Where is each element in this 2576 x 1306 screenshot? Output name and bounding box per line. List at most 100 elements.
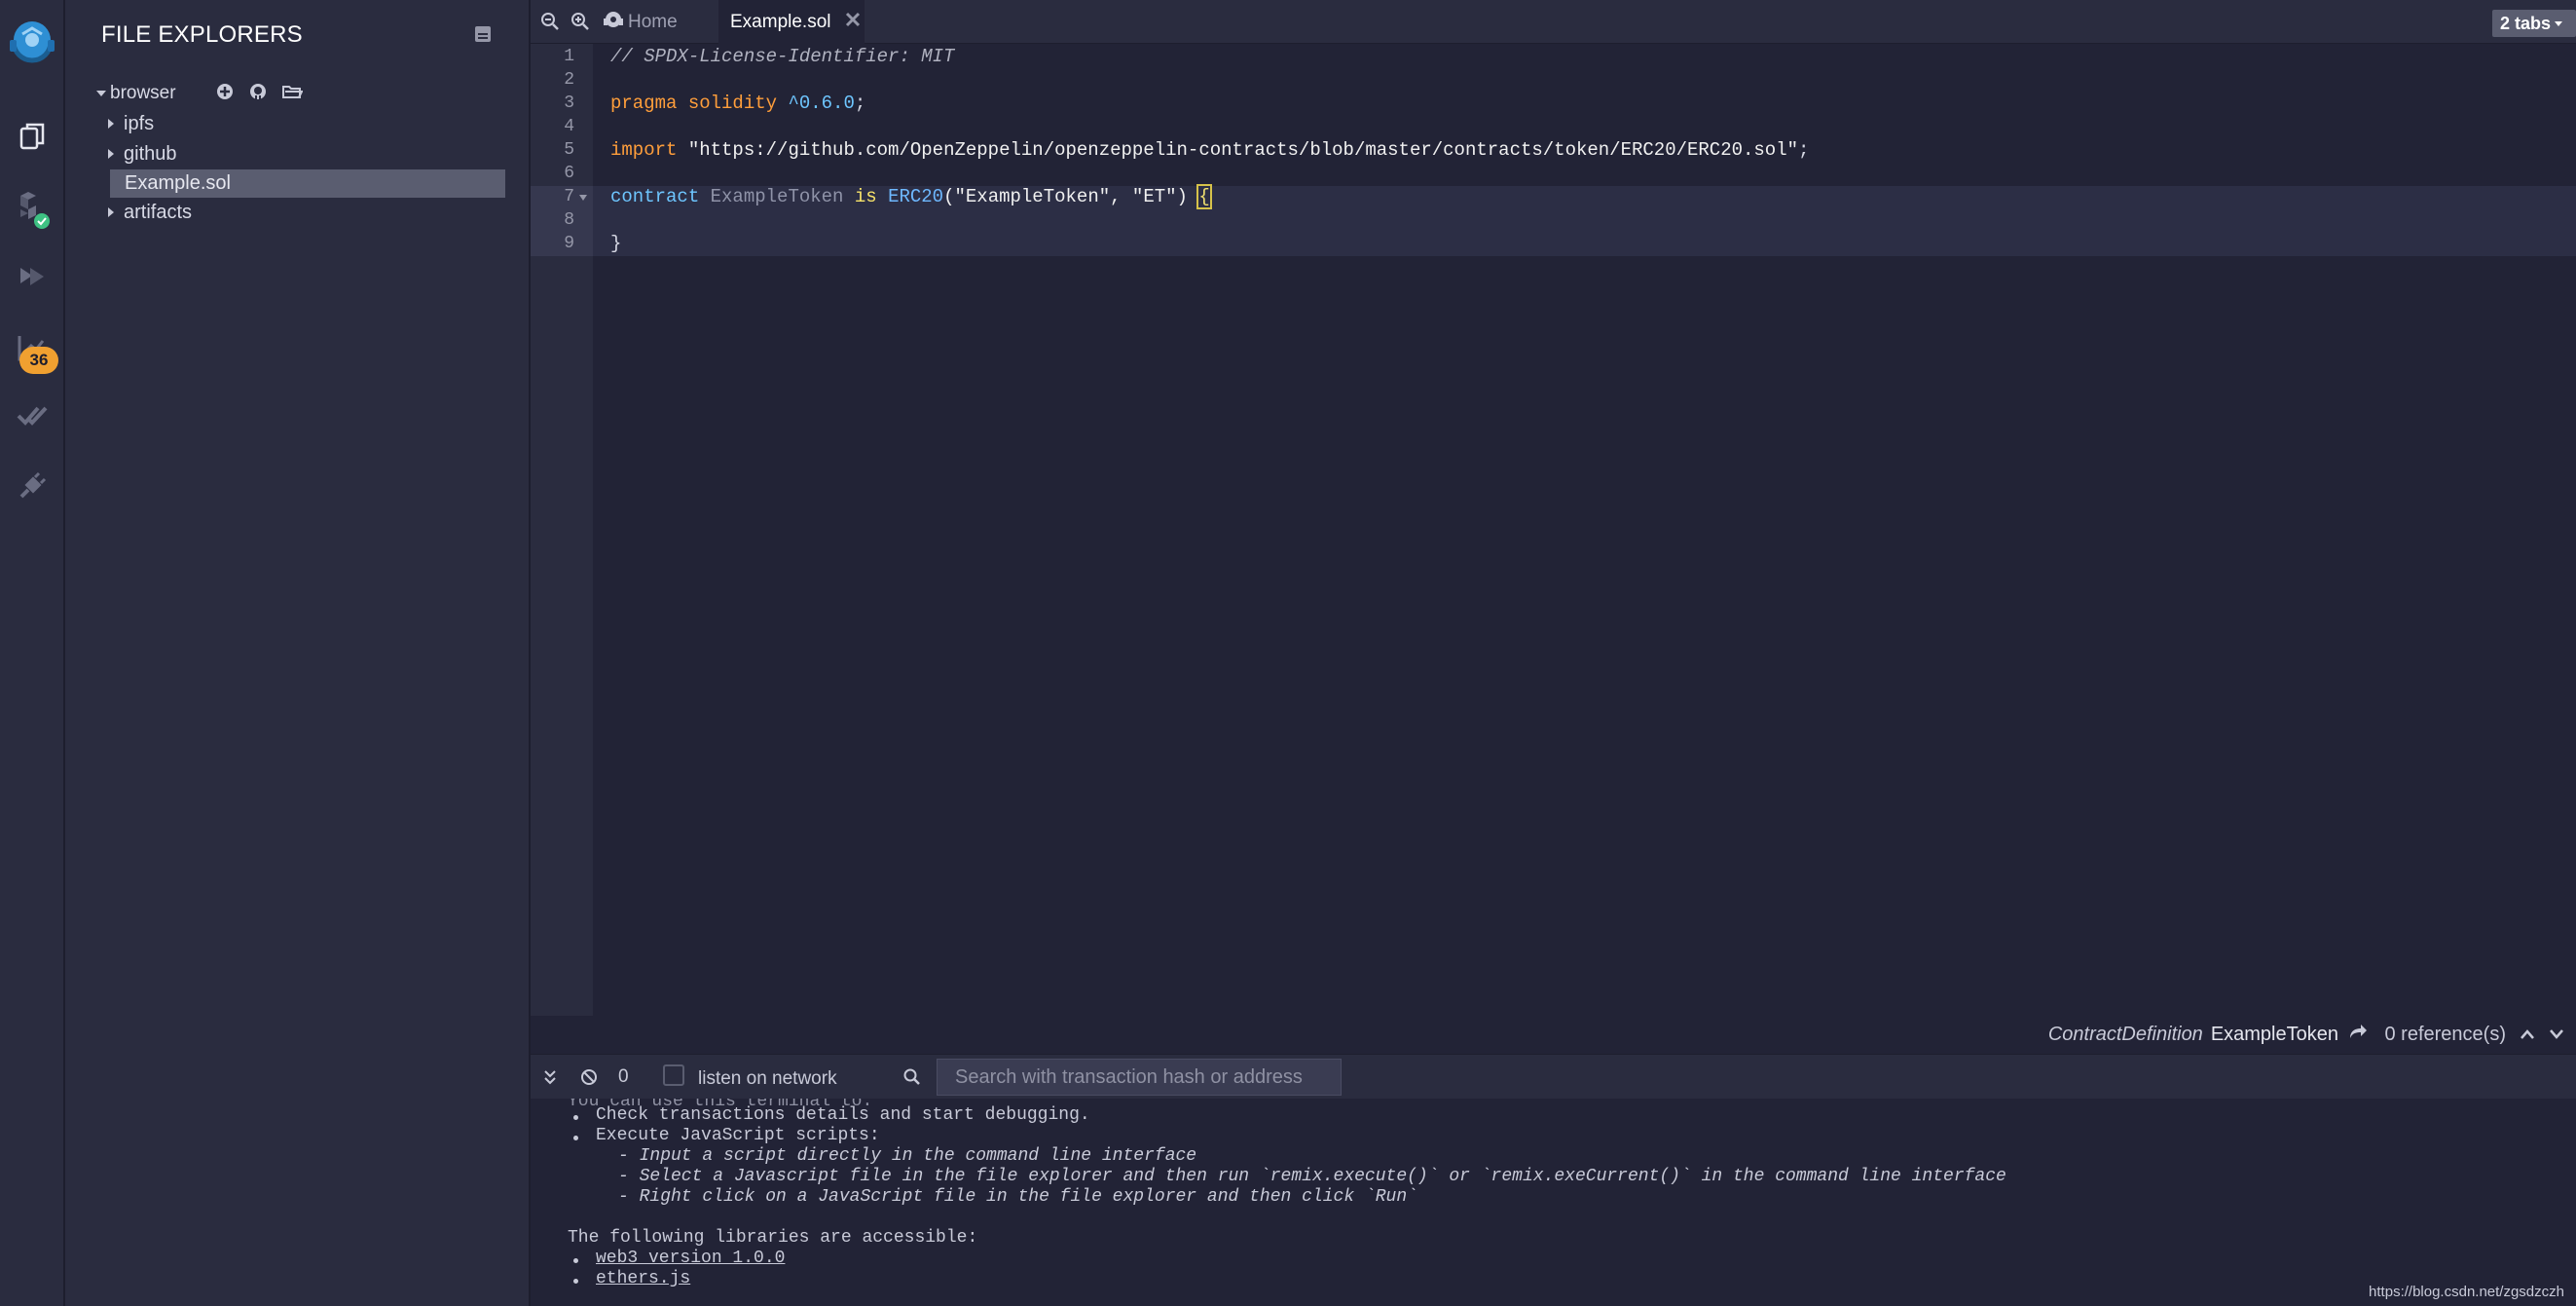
add-file-icon[interactable] <box>215 82 235 106</box>
output-line: Execute JavaScript scripts: <box>596 1126 880 1145</box>
ethers-link[interactable]: ethers.js <box>596 1269 690 1289</box>
code-editor[interactable]: // SPDX-License-Identifier: MIT pragma s… <box>593 44 2576 1016</box>
code-line-9: } <box>610 233 622 254</box>
code-line-1: // SPDX-License-Identifier: MIT <box>610 46 955 67</box>
caret-right-icon <box>108 207 114 217</box>
line-number: 8 <box>564 210 574 230</box>
line-gutter: 1 2 3 4 5 6 7 8 9 <box>531 44 593 1016</box>
terminal-output: You can use this terminal to: Check tran… <box>531 1099 2576 1306</box>
output-line: The following libraries are accessible: <box>568 1228 978 1248</box>
output-line: - Select a Javascript file in the file e… <box>618 1167 2006 1186</box>
analysis-badge: 36 <box>19 347 58 374</box>
tx-search-input[interactable]: Search with transaction hash or address <box>937 1059 1342 1096</box>
definition-name: ExampleToken <box>2210 1023 2338 1045</box>
tabs-count-label: 2 tabs <box>2499 13 2551 33</box>
icon-panel: 36 <box>0 0 65 1306</box>
code-line-3: pragma solidity ^0.6.0; <box>610 92 865 115</box>
code-token: ; <box>854 93 866 114</box>
minimize-terminal-icon[interactable] <box>540 1067 560 1087</box>
line-number: 3 <box>564 93 574 113</box>
terminal: 0 listen on network Search with transact… <box>531 1054 2576 1306</box>
code-token: "https://github.com/OpenZeppelin/openzep… <box>687 139 1799 161</box>
open-folder-icon[interactable] <box>281 83 304 105</box>
bullet-icon <box>573 1115 578 1120</box>
tree-root-label: browser <box>110 83 176 103</box>
deploy-run-icon[interactable] <box>8 253 56 302</box>
output-line: - Input a script directly in the command… <box>618 1146 1197 1166</box>
listen-network-checkbox[interactable] <box>663 1064 684 1086</box>
code-token: ExampleToken <box>710 186 844 207</box>
close-tab-icon[interactable] <box>845 12 861 33</box>
tree-item-label: ipfs <box>124 112 155 134</box>
web3-link[interactable]: web3 version 1.0.0 <box>596 1249 785 1269</box>
editor-area: Home Example.sol 2 tabs 1 2 3 4 5 6 7 8 … <box>531 0 2576 1054</box>
code-line-7: contract ExampleToken is ERC20("ExampleT… <box>610 184 1212 209</box>
remix-logo-icon[interactable] <box>2 12 62 72</box>
output-line: Check transactions details and start deb… <box>596 1105 1090 1125</box>
code-token: import <box>610 139 678 161</box>
line-number: 4 <box>564 117 574 136</box>
explorer-actions <box>215 80 304 107</box>
caret-right-icon <box>108 119 114 129</box>
chevron-down-icon <box>2555 20 2562 26</box>
tree-item-example-sol[interactable]: Example.sol <box>110 169 505 198</box>
output-line: - Right click on a JavaScript file in th… <box>618 1187 1417 1207</box>
line-number: 6 <box>564 164 574 183</box>
watermark: https://blog.csdn.net/zgsdzczh <box>2369 1284 2564 1300</box>
listen-network-label: listen on network <box>698 1068 837 1089</box>
editor-status-bar: ContractDefinition ExampleToken 0 refere… <box>531 1016 2576 1054</box>
chevron-up-icon[interactable] <box>2520 1024 2535 1046</box>
tree-item-label: artifacts <box>124 201 193 223</box>
definition-type: ContractDefinition <box>2047 1023 2203 1045</box>
definition-info[interactable]: ContractDefinition ExampleToken <box>2048 1020 2368 1049</box>
references-info: 0 reference(s) <box>2385 1020 2565 1049</box>
tab-active-label: Example.sol <box>730 11 831 32</box>
code-token: ^0.6.0 <box>788 93 855 114</box>
code-line-5: import "https://github.com/OpenZeppelin/… <box>610 138 1809 162</box>
pending-tx-count: 0 <box>618 1066 629 1087</box>
solidity-compiler-icon[interactable] <box>8 185 56 234</box>
tree-root-browser[interactable]: browser <box>96 80 176 107</box>
github-icon[interactable] <box>248 82 268 106</box>
plug-icon[interactable] <box>8 462 56 510</box>
collapse-panel-icon[interactable] <box>474 25 492 43</box>
clear-console-icon[interactable] <box>579 1067 599 1087</box>
tabs-count-dropdown[interactable]: 2 tabs <box>2491 10 2576 37</box>
zoom-in-icon[interactable] <box>568 9 593 34</box>
files-icon[interactable] <box>8 112 56 161</box>
file-explorers-panel: FILE EXPLORERS browser ipfs github Examp… <box>65 0 531 1306</box>
bullet-icon <box>573 1279 578 1284</box>
tree-item-ipfs[interactable]: ipfs <box>108 110 503 137</box>
tab-example-sol[interactable]: Example.sol <box>718 0 865 44</box>
caret-right-icon <box>108 149 114 159</box>
tree-item-github[interactable]: github <box>108 140 503 168</box>
tree-item-label: github <box>124 142 177 165</box>
search-icon <box>902 1067 922 1087</box>
double-check-icon[interactable] <box>8 392 56 440</box>
bullet-icon <box>573 1136 578 1140</box>
caret-down-icon <box>96 91 106 96</box>
references-count: 0 reference(s) <box>2384 1023 2507 1045</box>
go-to-definition-icon[interactable] <box>2348 1023 2368 1046</box>
fold-arrow-icon[interactable] <box>579 195 587 201</box>
tree-item-artifacts[interactable]: artifacts <box>108 199 503 226</box>
line-number: 5 <box>564 140 574 160</box>
code-token: ERC20 <box>888 186 944 207</box>
code-token: contract <box>610 186 700 207</box>
line-number: 2 <box>564 70 574 90</box>
code-token: ("ExampleToken", "ET") <box>943 186 1188 207</box>
zoom-out-icon[interactable] <box>537 9 563 34</box>
terminal-toolbar: 0 listen on network Search with transact… <box>531 1054 2576 1099</box>
line-number: 7 <box>564 187 574 206</box>
tab-home-label: Home <box>628 11 678 32</box>
code-token: ; <box>1798 139 1810 161</box>
bullet-icon <box>573 1258 578 1263</box>
home-remix-icon <box>603 10 624 35</box>
line-number: 1 <box>564 47 574 66</box>
code-token-brace: { <box>1196 184 1212 209</box>
tree-item-label: Example.sol <box>125 172 231 194</box>
chevron-down-icon[interactable] <box>2549 1024 2564 1046</box>
tx-search-placeholder: Search with transaction hash or address <box>955 1065 1303 1088</box>
line-number: 9 <box>564 234 574 253</box>
tab-home[interactable]: Home <box>603 0 678 44</box>
